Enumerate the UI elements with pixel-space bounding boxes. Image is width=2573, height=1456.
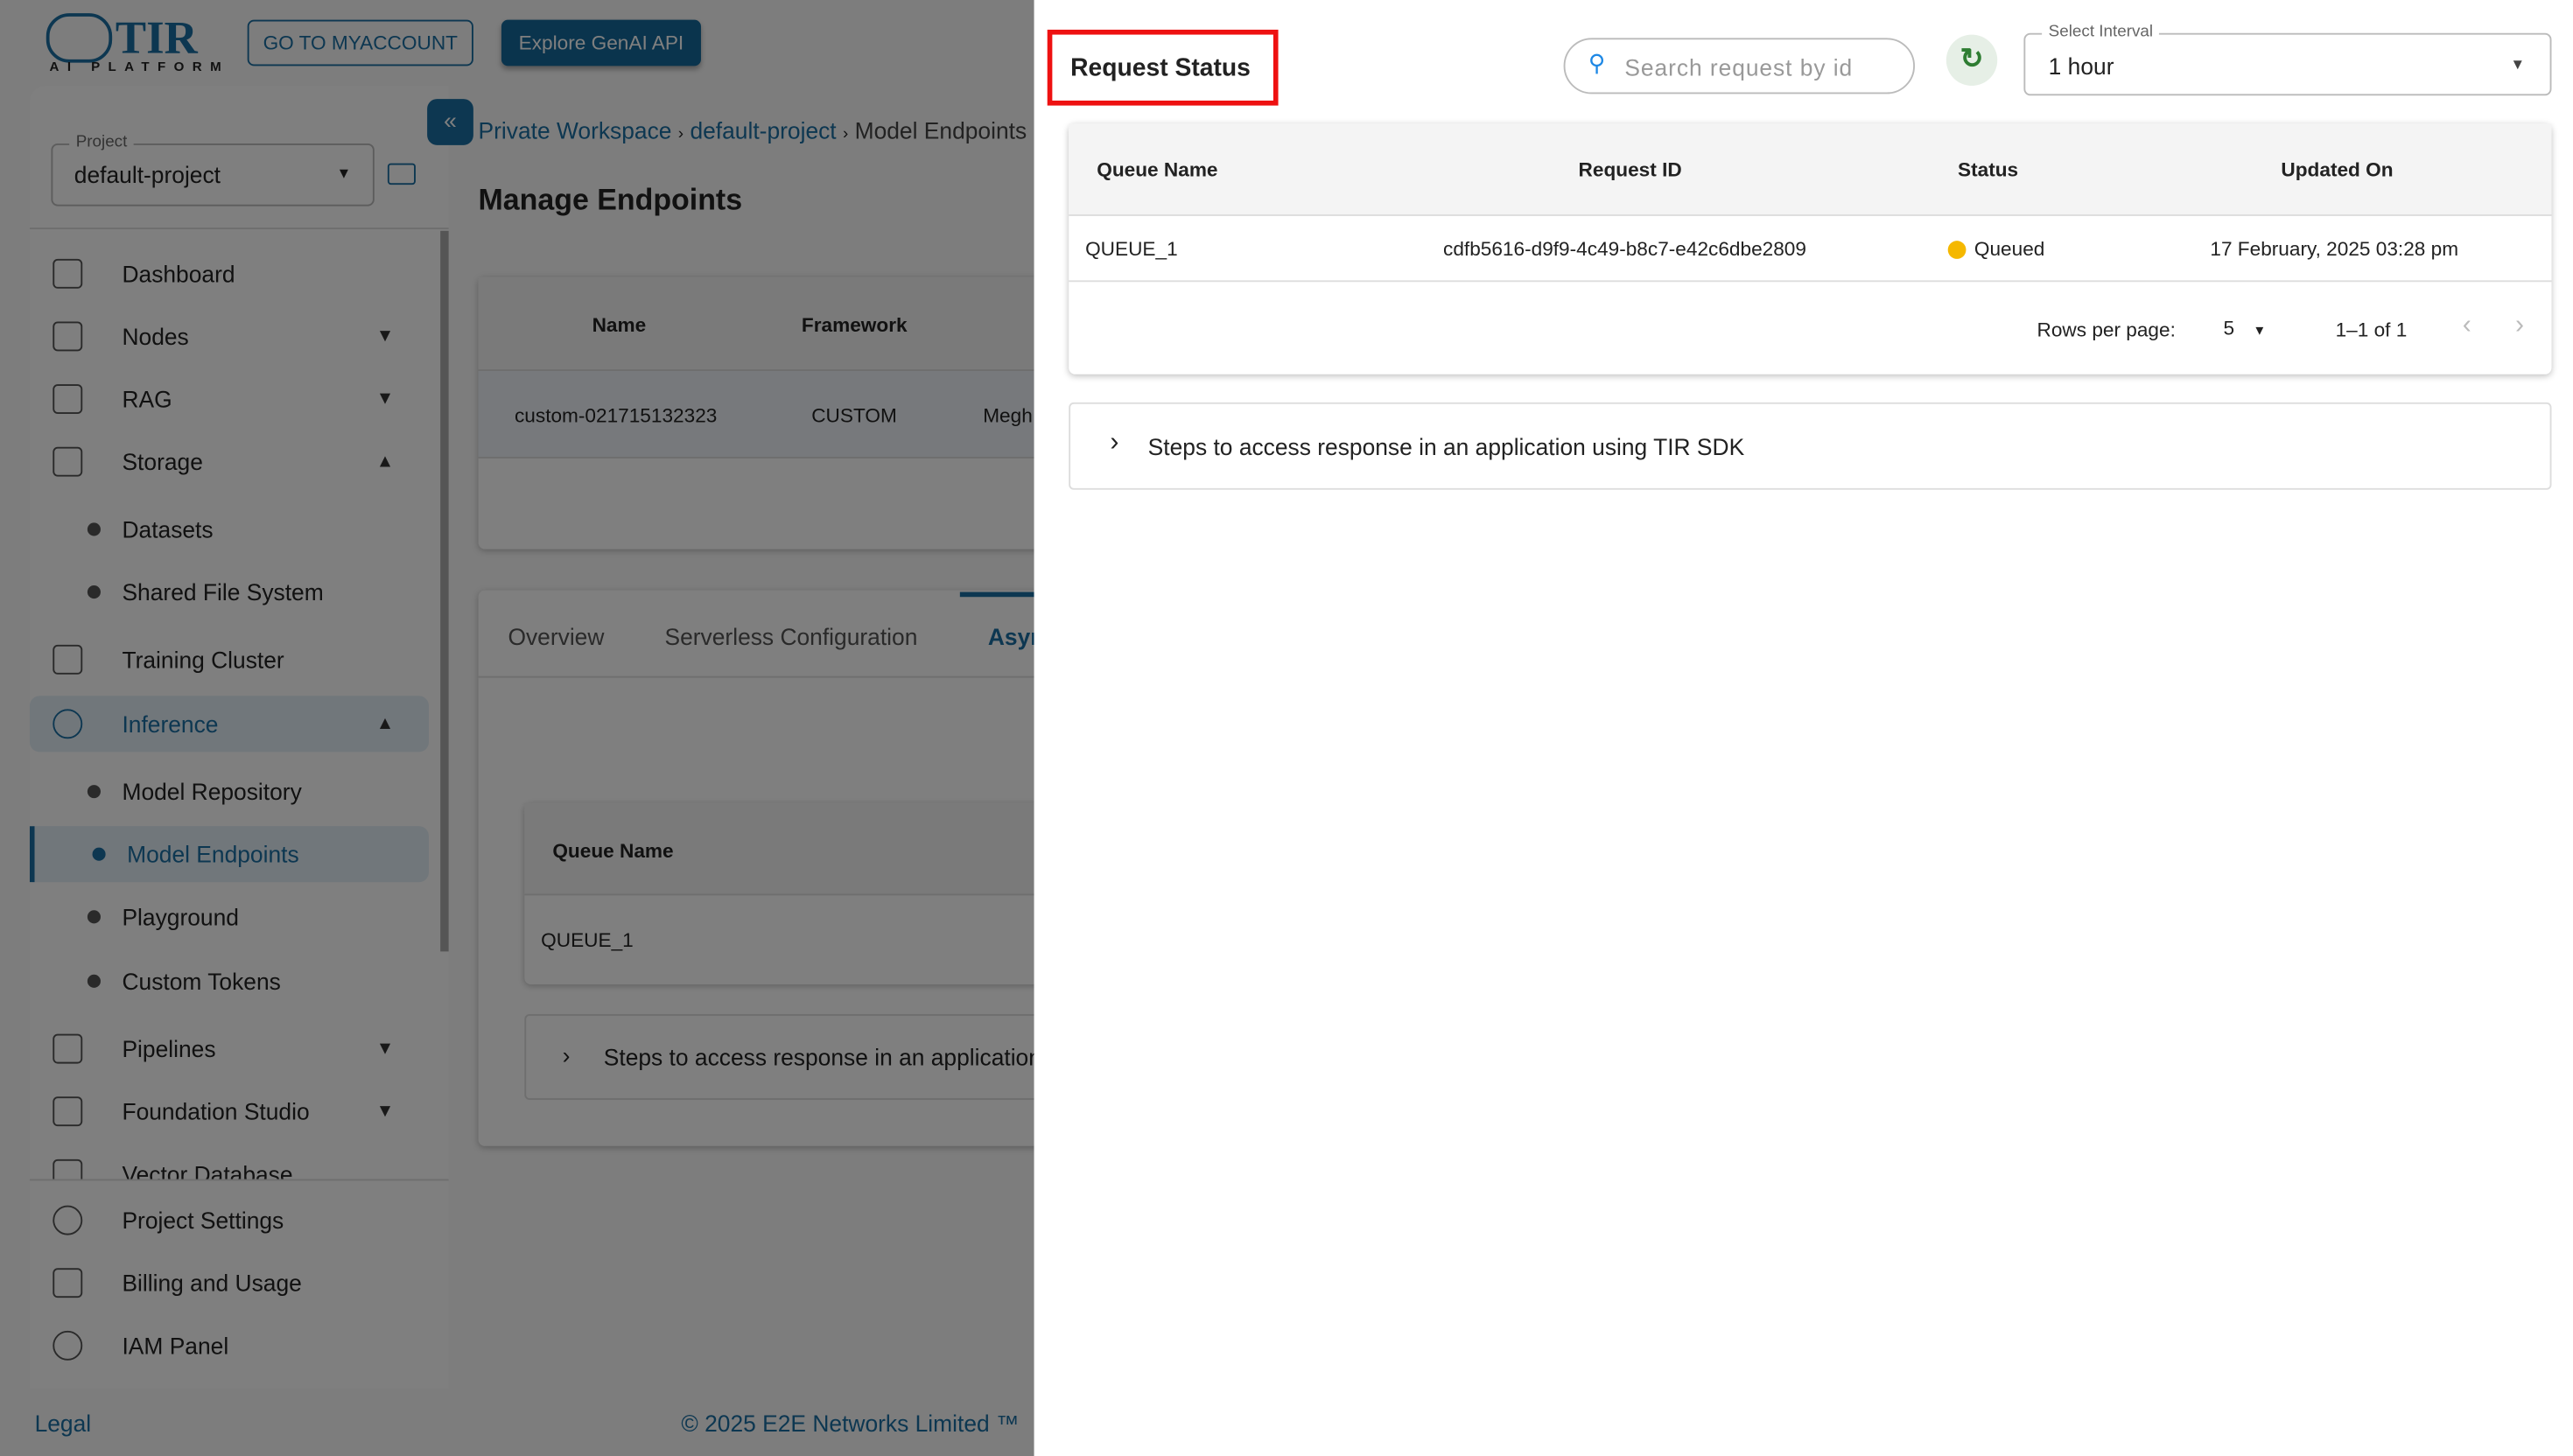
drawer-title-box: Request Status — [1047, 29, 1279, 106]
rows-per-page-value: 5 — [2223, 316, 2235, 340]
modal-backdrop[interactable] — [0, 0, 1034, 1456]
refresh-icon: ↻ — [1960, 42, 1984, 74]
dropdown-arrow-icon: ▼ — [2510, 56, 2526, 73]
column-header-status: Status — [1958, 158, 2019, 182]
updated-on-cell: 17 February, 2025 03:28 pm — [2210, 237, 2459, 261]
column-header-request-id: Request ID — [1578, 158, 1682, 182]
status-badge: Queued — [1974, 237, 2045, 261]
column-header-updated-on: Updated On — [2281, 158, 2394, 182]
interval-value: 1 hour — [2048, 52, 2114, 80]
request-id-cell: cdfb5616-d9f9-4c49-b8c7-e42c6dbe2809 — [1443, 237, 1806, 261]
interval-select[interactable]: Select Interval 1 hour ▼ — [2023, 23, 2552, 96]
rows-per-page-select[interactable]: 5 ▼ — [2223, 317, 2266, 340]
pagination-range: 1–1 of 1 — [2335, 318, 2408, 342]
sdk-accordion[interactable]: › Steps to access response in an applica… — [1069, 402, 2552, 490]
next-page-button[interactable]: › — [2515, 312, 2524, 341]
chevron-right-icon: › — [1110, 428, 1119, 458]
dropdown-arrow-icon: ▼ — [2253, 323, 2267, 339]
status-dot-icon — [1947, 241, 1967, 259]
drawer-title: Request Status — [1070, 54, 1251, 83]
column-header-queue-name: Queue Name — [1097, 158, 1218, 182]
previous-page-button[interactable]: ‹ — [2463, 312, 2471, 341]
request-table: Queue Name Request ID Status Updated On … — [1069, 123, 2552, 374]
request-status-drawer: Request Status ⚲ Search request by id ↻ … — [1034, 0, 2573, 1456]
search-icon: ⚲ — [1588, 49, 1606, 76]
rows-per-page-label: Rows per page: — [2037, 318, 2176, 342]
interval-label: Select Interval — [2042, 23, 2160, 42]
refresh-button[interactable]: ↻ — [1946, 34, 1998, 86]
search-placeholder: Search request by id — [1624, 54, 1854, 81]
queue-name-cell: QUEUE_1 — [1085, 237, 1178, 261]
table-row[interactable]: QUEUE_1 cdfb5616-d9f9-4c49-b8c7-e42c6dbe… — [1069, 216, 2552, 283]
search-request-input[interactable]: ⚲ Search request by id — [1563, 38, 1916, 94]
